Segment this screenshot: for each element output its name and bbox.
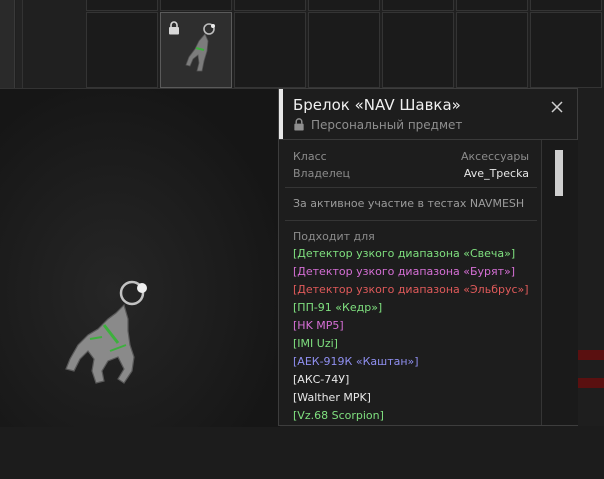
item-title: Брелок «NAV Шавка» (293, 96, 461, 114)
compatible-item: [АЕК-919К «Каштан»] (293, 355, 419, 368)
close-icon[interactable] (549, 99, 565, 115)
compatible-item: [Детектор узкого диапазона «Эльбрус»] (293, 283, 529, 296)
property-row-class: Класс Аксессуары (293, 149, 529, 165)
compatible-item: [ПП-91 «Кедр»] (293, 301, 383, 314)
background-accent (578, 378, 604, 388)
panel-accent-bar (279, 89, 283, 139)
property-label: Класс (293, 150, 327, 163)
inventory-cell-selected[interactable] (160, 12, 232, 88)
property-value: Ave_Tpecka (463, 167, 529, 180)
compatible-label: Подходит для (293, 230, 375, 243)
compatible-item: [Детектор узкого диапазона «Свеча»] (293, 247, 516, 260)
divider (285, 220, 537, 221)
keychain-item-icon (185, 23, 215, 72)
background-strip (578, 88, 604, 426)
item-preview-area (0, 88, 280, 427)
property-value: Аксессуары (461, 150, 529, 163)
inventory-cell[interactable] (382, 0, 454, 11)
inventory-cell[interactable] (530, 12, 602, 88)
grid-side-bar (0, 0, 15, 88)
inventory-cell[interactable] (160, 0, 232, 11)
compatible-item: [Vz.68 Scorpion] (293, 409, 384, 422)
inventory-cell[interactable] (530, 0, 602, 11)
divider (285, 187, 537, 188)
compatible-item: [Детектор узкого диапазона «Бурят»] (293, 265, 516, 278)
compatible-item: [АКС-74У] (293, 373, 350, 386)
inventory-cell[interactable] (308, 0, 380, 11)
scrollbar-thumb[interactable] (555, 150, 563, 196)
subtitle-text: Персональный предмет (311, 118, 463, 132)
property-row-owner: Владелец Ave_Tpecka (293, 166, 529, 182)
lock-icon (294, 118, 304, 131)
item-description: За активное участие в тестах NAVMESH (293, 197, 525, 210)
tooltip-body: Класс Аксессуары Владелец Ave_Tpecka За … (279, 140, 541, 425)
inventory-cell[interactable] (308, 12, 380, 88)
item-tooltip-panel: Брелок «NAV Шавка» Персональный предмет … (278, 88, 578, 426)
property-label: Владелец (293, 167, 350, 180)
inventory-cell[interactable] (234, 12, 306, 88)
grid-side-bar-2 (16, 0, 23, 88)
item-subtitle: Персональный предмет (293, 118, 462, 132)
background-accent (578, 350, 604, 360)
compatible-item: [HK MP5] (293, 319, 344, 332)
inventory-cell[interactable] (456, 12, 528, 88)
inventory-cell[interactable] (234, 0, 306, 11)
scrollbar[interactable] (541, 140, 578, 425)
compatible-item: [IMI Uzi] (293, 337, 338, 350)
inventory-cell[interactable] (382, 12, 454, 88)
inventory-cell[interactable] (86, 0, 158, 11)
compatible-item: [Walther MPK] (293, 391, 371, 404)
inventory-cell[interactable] (86, 12, 158, 88)
keychain-item-preview-icon (65, 280, 147, 384)
inventory-grid (0, 0, 604, 88)
inventory-cell[interactable] (456, 0, 528, 11)
